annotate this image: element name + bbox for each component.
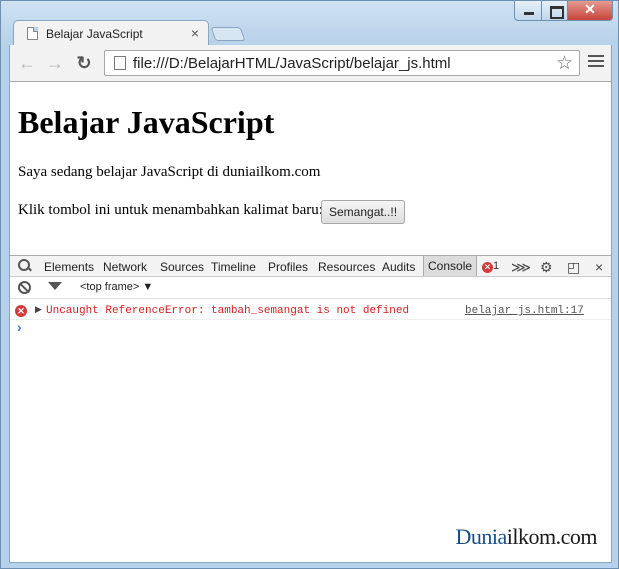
clear-console-icon[interactable] (18, 281, 31, 294)
tab-console[interactable]: Console (423, 256, 478, 276)
expand-icon[interactable]: ▶ (35, 304, 42, 315)
address-bar[interactable]: file:///D:/BelajarHTML/JavaScript/belaja… (104, 50, 580, 76)
button-prompt-text: Klik tombol ini untuk menambahkan kalima… (18, 202, 323, 218)
star-icon[interactable]: ☆ (556, 52, 573, 75)
close-icon[interactable]: × (191, 25, 199, 41)
tab-timeline[interactable]: Timeline (211, 260, 256, 274)
tab-sources[interactable]: Sources (160, 260, 204, 274)
tab-network[interactable]: Network (103, 260, 147, 274)
browser-tab[interactable]: Belajar JavaScript × (13, 20, 209, 46)
watermark-part-1: Dunia (455, 524, 508, 549)
frame-selector-value: <top frame> (80, 281, 140, 293)
error-source-link[interactable]: belajar js.html:17 (465, 305, 584, 317)
url-text: file:///D:/BelajarHTML/JavaScript/belaja… (133, 55, 451, 72)
tab-elements[interactable]: Elements (44, 260, 94, 274)
close-icon: ✕ (584, 1, 596, 17)
tab-title: Belajar JavaScript (46, 27, 143, 41)
error-message: Uncaught ReferenceError: tambah_semangat… (46, 305, 410, 317)
new-tab-button[interactable] (210, 27, 246, 41)
maximize-button[interactable] (541, 1, 568, 21)
close-icon[interactable]: × (595, 259, 603, 275)
back-button[interactable]: ← (16, 52, 38, 74)
gear-icon[interactable]: ⚙ (540, 259, 553, 276)
error-icon: ✕ (15, 305, 27, 317)
tab-profiles[interactable]: Profiles (268, 260, 308, 274)
menu-icon[interactable] (588, 55, 604, 69)
forward-button[interactable]: → (44, 52, 66, 74)
semangat-button[interactable]: Semangat..!! (321, 200, 406, 224)
tab-resources[interactable]: Resources (318, 260, 375, 274)
minimize-button[interactable] (514, 1, 542, 21)
chevron-down-icon: ▼ (142, 281, 154, 293)
watermark-part-2: ilkom.com (506, 524, 598, 549)
page-title: Belajar JavaScript (18, 104, 275, 140)
page-viewport: Belajar JavaScript Saya sedang belajar J… (9, 81, 612, 255)
watermark-logo: Duniailkom.com (455, 524, 598, 550)
drawer-icon[interactable]: ⋙ (511, 259, 531, 276)
error-icon: ✕ (482, 262, 493, 273)
window-close-button[interactable]: ✕ (567, 1, 613, 21)
dock-icon[interactable]: ◰ (567, 259, 580, 276)
console-toolbar: <top frame> ▼ (10, 277, 611, 299)
page-paragraph: Saya sedang belajar JavaScript di duniai… (18, 164, 321, 180)
error-counter[interactable]: ✕ 1 (482, 260, 499, 273)
browser-window: Belajar JavaScript × ✕ ← → ↻ file:///D:/… (0, 0, 619, 569)
tab-audits[interactable]: Audits (382, 260, 415, 274)
toolbar: ← → ↻ file:///D:/BelajarHTML/JavaScript/… (9, 45, 612, 81)
page-icon (114, 56, 126, 70)
error-count: 1 (493, 260, 500, 272)
search-icon[interactable] (18, 259, 32, 273)
filter-icon[interactable] (48, 282, 62, 290)
console-error-row: ✕ ▶ Uncaught ReferenceError: tambah_sema… (10, 303, 611, 320)
frame-selector[interactable]: <top frame> ▼ (80, 281, 153, 293)
devtools-panel: Elements Network Sources Timeline Profil… (9, 255, 612, 563)
console-prompt[interactable]: › (17, 319, 22, 335)
devtools-tab-bar: Elements Network Sources Timeline Profil… (10, 255, 611, 277)
page-icon (27, 27, 38, 40)
reload-button[interactable]: ↻ (73, 52, 95, 74)
